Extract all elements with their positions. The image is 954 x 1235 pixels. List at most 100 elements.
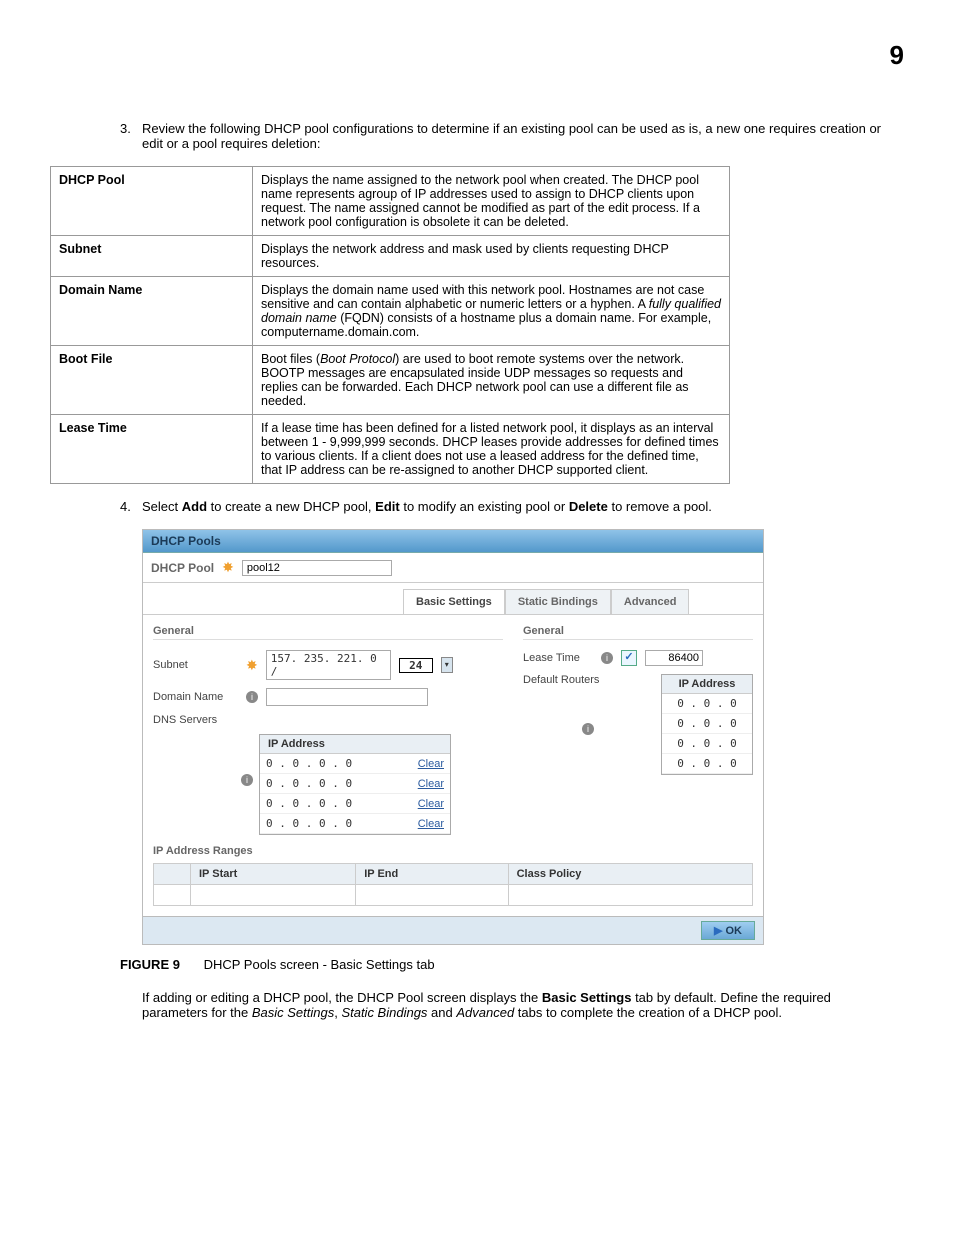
domain-name-label: Domain Name [153,691,238,703]
text-italic: Basic Settings [252,1005,334,1020]
ranges-col-start[interactable]: IP Start [191,864,356,885]
lease-time-input[interactable] [645,650,703,666]
tab-static-bindings[interactable]: Static Bindings [505,589,611,614]
left-column: General Subnet ✸ 157. 235. 221. 0 / 24 ▾… [153,625,503,835]
def-label-lease-time: Lease Time [51,415,253,484]
ip-ranges-table: IP Start IP End Class Policy [153,863,753,906]
tab-bar: Basic Settings Static Bindings Advanced [403,583,763,614]
right-column: General Lease Time i ✓ Default Routers I… [523,625,753,835]
step-3-number: 3. [120,121,142,151]
ip-ranges-title: IP Address Ranges [153,845,753,857]
domain-name-input[interactable] [266,688,428,706]
text: If adding or editing a DHCP pool, the DH… [142,990,542,1005]
table-row: DHCP Pool Displays the name assigned to … [51,167,730,236]
dns-row: 0 . 0 . 0 . 0 Clear [260,794,450,814]
step-4-number: 4. [120,499,142,514]
lease-time-row: Lease Time i ✓ [523,650,753,666]
dns-row: 0 . 0 . 0 . 0 Clear [260,754,450,774]
def-desc-lease-time: If a lease time has been defined for a l… [253,415,730,484]
fieldset-general-right: General [523,625,753,640]
clear-link[interactable]: Clear [418,778,444,790]
text: to create a new DHCP pool, [207,499,375,514]
routers-header: IP Address [662,675,752,694]
cidr-input[interactable]: 24 [399,658,433,673]
lease-time-checkbox[interactable]: ✓ [621,650,637,666]
figure-caption: FIGURE 9 DHCP Pools screen - Basic Setti… [120,957,904,972]
step-3: 3. Review the following DHCP pool config… [120,121,904,151]
domain-name-row: Domain Name i [153,688,503,706]
router-row[interactable]: 0 . 0 . 0 [662,714,752,734]
default-routers-label: Default Routers [523,674,613,686]
cidr-dropdown-icon[interactable]: ▾ [441,657,453,673]
dns-servers-label: DNS Servers [153,714,238,726]
text-bold: Edit [375,499,400,514]
ranges-col-end[interactable]: IP End [356,864,508,885]
step-4-text: Select Add to create a new DHCP pool, Ed… [142,499,904,514]
text: to modify an existing pool or [400,499,569,514]
dns-body[interactable]: 0 . 0 . 0 . 0 Clear 0 . 0 . 0 . 0 Clear … [260,754,450,834]
subnet-input[interactable]: 157. 235. 221. 0 / [266,650,391,680]
info-icon[interactable]: i [582,723,594,735]
dns-ip[interactable]: 0 . 0 . 0 . 0 [266,777,352,790]
page-number: 9 [50,40,904,71]
after-figure-paragraph: If adding or editing a DHCP pool, the DH… [142,990,884,1020]
clear-link[interactable]: Clear [418,818,444,830]
dns-ip[interactable]: 0 . 0 . 0 . 0 [266,817,352,830]
required-icon: ✸ [246,657,258,674]
figure-number: FIGURE 9 [120,957,180,972]
clear-link[interactable]: Clear [418,798,444,810]
lease-time-label: Lease Time [523,652,593,664]
def-desc-domain-name: Displays the domain name used with this … [253,277,730,346]
table-row: Boot File Boot files (Boot Protocol) are… [51,346,730,415]
def-desc-boot-file: Boot files (Boot Protocol) are used to b… [253,346,730,415]
figure-text: DHCP Pools screen - Basic Settings tab [204,957,435,972]
tab-basic-settings[interactable]: Basic Settings [403,589,505,614]
ranges-empty-row[interactable] [154,885,753,906]
text: Boot files ( [261,352,320,366]
info-icon[interactable]: i [241,774,253,786]
text-bold: Delete [569,499,608,514]
dns-row: 0 . 0 . 0 . 0 Clear [260,774,450,794]
router-row[interactable]: 0 . 0 . 0 [662,694,752,714]
tab-advanced[interactable]: Advanced [611,589,690,614]
text-bold: Add [182,499,207,514]
text: Displays the domain name used with this … [261,283,704,311]
text: tabs to complete the creation of a DHCP … [514,1005,782,1020]
subnet-row: Subnet ✸ 157. 235. 221. 0 / 24 ▾ [153,650,503,680]
dns-ip[interactable]: 0 . 0 . 0 . 0 [266,797,352,810]
pool-name-label: DHCP Pool [151,561,214,575]
text-italic: Boot Protocol [320,352,395,366]
clear-link[interactable]: Clear [418,758,444,770]
text: Select [142,499,182,514]
ip-ranges-section: IP Address Ranges IP Start IP End Class … [143,845,763,916]
dhcp-pools-screenshot: DHCP Pools DHCP Pool ✸ Basic Settings St… [142,529,764,945]
dns-row: 0 . 0 . 0 . 0 Clear [260,814,450,834]
pool-name-input[interactable] [242,560,392,576]
ok-button[interactable]: ▶ OK [701,921,755,940]
text-italic: Static Bindings [341,1005,427,1020]
fieldset-general-left: General [153,625,503,640]
info-icon[interactable]: i [601,652,613,664]
def-desc-dhcp-pool: Displays the name assigned to the networ… [253,167,730,236]
dns-servers-row: DNS Servers [153,714,503,726]
ok-icon: ▶ [714,925,722,937]
text: to remove a pool. [608,499,712,514]
panel-title: DHCP Pools [143,530,763,553]
def-label-boot-file: Boot File [51,346,253,415]
router-row[interactable]: 0 . 0 . 0 [662,754,752,774]
dns-ip[interactable]: 0 . 0 . 0 . 0 [266,757,352,770]
table-row: Domain Name Displays the domain name use… [51,277,730,346]
table-row: Lease Time If a lease time has been defi… [51,415,730,484]
dns-servers-table: IP Address 0 . 0 . 0 . 0 Clear 0 . 0 . 0… [259,734,451,835]
router-row[interactable]: 0 . 0 . 0 [662,734,752,754]
def-desc-subnet: Displays the network address and mask us… [253,236,730,277]
info-icon[interactable]: i [246,691,258,703]
ranges-col-policy[interactable]: Class Policy [508,864,752,885]
step-3-text: Review the following DHCP pool configura… [142,121,904,151]
text-italic: Advanced [456,1005,514,1020]
step-4: 4. Select Add to create a new DHCP pool,… [120,499,904,514]
panel-footer: ▶ OK [143,916,763,944]
text: and [427,1005,456,1020]
ranges-col-blank [154,864,191,885]
definitions-table: DHCP Pool Displays the name assigned to … [50,166,730,484]
